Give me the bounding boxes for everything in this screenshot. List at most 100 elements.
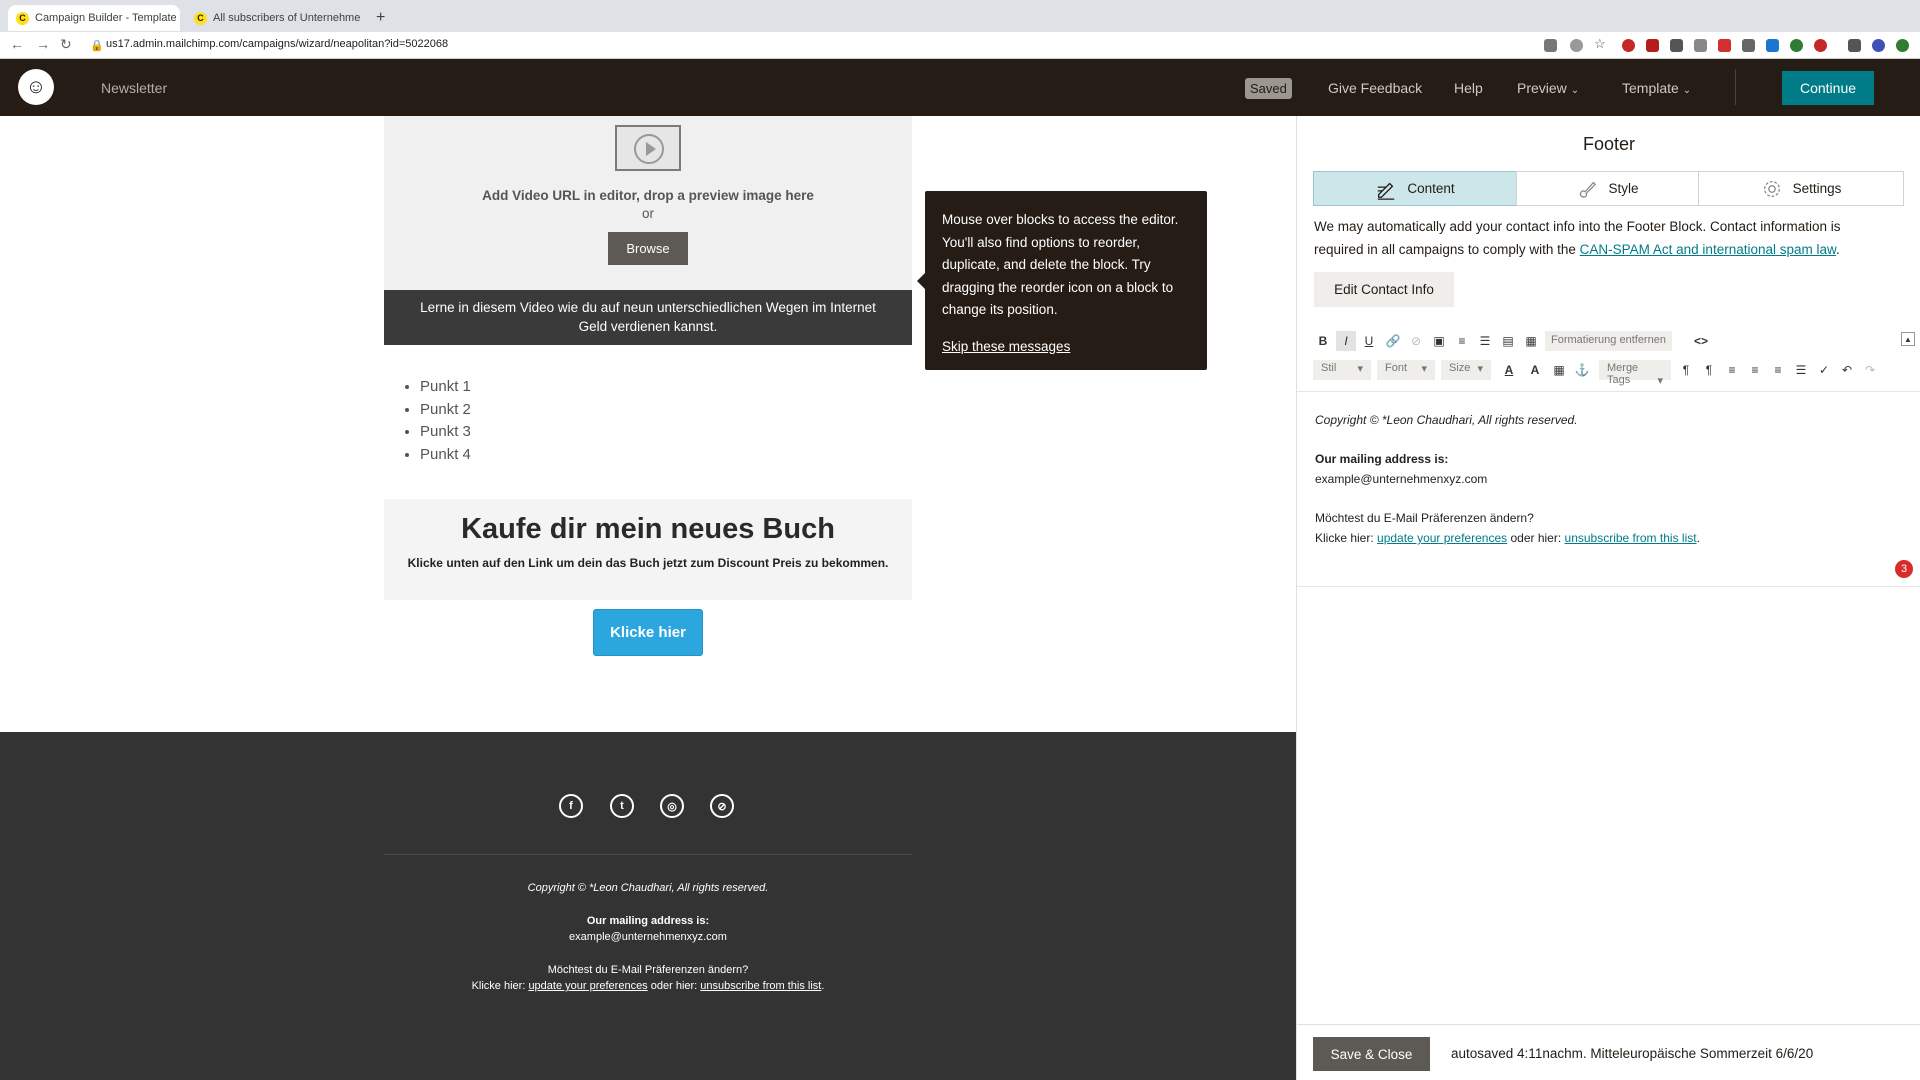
notification-badge[interactable]: 3: [1895, 560, 1913, 578]
extension-icon[interactable]: [1670, 39, 1683, 52]
list-item: Punkt 4: [420, 444, 471, 467]
template-label: Template: [1622, 80, 1679, 96]
panel-title: Footer: [1582, 134, 1636, 154]
edit-contact-info-button[interactable]: Edit Contact Info: [1314, 272, 1454, 307]
tooltip-text: Mouse over blocks to access the editor. …: [942, 212, 1179, 317]
remove-format-button[interactable]: Formatierung entfernen: [1545, 331, 1672, 351]
mailchimp-logo-icon[interactable]: ☺: [18, 69, 54, 105]
browser-tab-campaign-builder[interactable]: C Campaign Builder - Template D ✕: [8, 5, 180, 31]
forward-icon[interactable]: →: [36, 36, 50, 52]
bullet-list-icon[interactable]: ☰: [1475, 331, 1495, 351]
editor-unsubscribe-link[interactable]: unsubscribe from this list: [1565, 531, 1697, 545]
editor-period: .: [1696, 531, 1700, 545]
merge-tags-label: Merge Tags: [1607, 362, 1639, 386]
background-color-icon[interactable]: A: [1523, 360, 1547, 380]
can-spam-link[interactable]: CAN-SPAM Act and international spam law: [1580, 242, 1836, 257]
font-dropdown[interactable]: Font ▾: [1377, 360, 1435, 380]
extension-icon[interactable]: [1814, 39, 1827, 52]
paste-word-icon[interactable]: ▦: [1521, 331, 1541, 351]
continue-button[interactable]: Continue: [1782, 71, 1874, 105]
description-end: .: [1836, 241, 1840, 257]
link-icon[interactable]: 🔗: [1383, 331, 1403, 351]
video-caption: Lerne in diesem Video wie du auf neun un…: [384, 290, 912, 345]
help-link[interactable]: Help: [1454, 80, 1483, 96]
tab-style[interactable]: Style: [1516, 171, 1699, 206]
profile-avatar[interactable]: [1872, 39, 1885, 52]
rtl-icon[interactable]: ¶: [1700, 360, 1718, 380]
preview-label: Preview: [1517, 80, 1567, 96]
chevron-down-icon: ⌄: [1682, 85, 1692, 96]
reading-list-icon[interactable]: [1848, 39, 1861, 52]
extension-icon[interactable]: [1766, 39, 1779, 52]
tab-style-label: Style: [1608, 181, 1639, 196]
anchor-icon[interactable]: ⚓: [1573, 360, 1591, 380]
extension-icon[interactable]: [1896, 39, 1909, 52]
bullet-list[interactable]: Punkt 1 Punkt 2 Punkt 3 Punkt 4: [420, 376, 471, 466]
caret-down-icon: ▾: [1357, 363, 1363, 375]
source-code-button[interactable]: <>: [1689, 331, 1713, 351]
align-right-icon[interactable]: ≡: [1769, 360, 1787, 380]
tab-content[interactable]: Content: [1313, 171, 1517, 206]
save-close-button[interactable]: Save & Close: [1313, 1037, 1430, 1071]
browser-tab-subscribers[interactable]: C All subscribers of Unternehme ✕: [186, 5, 360, 31]
editor-mailing-label: Our mailing address is:: [1315, 452, 1449, 466]
give-feedback-link[interactable]: Give Feedback: [1328, 80, 1422, 96]
justify-icon[interactable]: ☰: [1792, 360, 1810, 380]
pencil-icon: [1378, 182, 1395, 200]
redo-icon[interactable]: ↷: [1861, 360, 1879, 380]
url-field[interactable]: us17.admin.mailchimp.com/campaigns/wizar…: [106, 38, 448, 50]
campaign-name[interactable]: Newsletter: [101, 80, 167, 96]
autosave-status: autosaved 4:11nachm. Mitteleuropäische S…: [1451, 1046, 1814, 1061]
table-icon[interactable]: ▦: [1550, 360, 1568, 380]
back-icon[interactable]: ←: [10, 36, 24, 52]
email-footer[interactable]: f t ◎ ⊘ Copyright © *Leon Chaudhari, All…: [0, 732, 1296, 1080]
extension-icon[interactable]: [1622, 39, 1635, 52]
extension-icon[interactable]: [1790, 39, 1803, 52]
unsubscribe-link[interactable]: unsubscribe from this list: [700, 980, 821, 992]
extension-icon[interactable]: [1742, 39, 1755, 52]
zoom-icon[interactable]: [1570, 39, 1583, 52]
cta-button[interactable]: Klicke hier: [593, 609, 703, 656]
address-bar: ← → ↻ 🔒 us17.admin.mailchimp.com/campaig…: [0, 32, 1920, 59]
reload-icon[interactable]: ↻: [60, 36, 72, 53]
update-preferences-link[interactable]: update your preferences: [528, 980, 647, 992]
bold-button[interactable]: B: [1313, 331, 1333, 351]
list-item: Punkt 1: [420, 376, 471, 399]
unlink-icon[interactable]: ⊘: [1406, 331, 1426, 351]
promo-block[interactable]: Kaufe dir mein neues Buch Klicke unten a…: [384, 499, 912, 600]
paste-text-icon[interactable]: ▤: [1498, 331, 1518, 351]
bookmark-star-icon[interactable]: ☆: [1594, 36, 1607, 51]
ordered-list-icon[interactable]: ≡: [1452, 331, 1472, 351]
preview-menu[interactable]: Preview ⌄: [1517, 80, 1579, 96]
gear-icon: [1763, 180, 1780, 197]
tab-settings[interactable]: Settings: [1698, 171, 1904, 206]
editor-email: example@unternehmenxyz.com: [1315, 472, 1488, 486]
editor-update-preferences-link[interactable]: update your preferences: [1377, 531, 1507, 545]
promo-subtitle: Klicke unten auf den Link um dein das Bu…: [407, 556, 889, 570]
extension-icon[interactable]: [1718, 39, 1731, 52]
undo-icon[interactable]: ↶: [1838, 360, 1856, 380]
template-menu[interactable]: Template ⌄: [1622, 80, 1691, 96]
collapse-toolbar-icon[interactable]: ▲: [1901, 332, 1915, 346]
extension-icon[interactable]: [1694, 39, 1707, 52]
text-color-icon[interactable]: A: [1497, 360, 1521, 380]
italic-button[interactable]: I: [1336, 331, 1356, 351]
browse-button[interactable]: Browse: [608, 232, 688, 265]
spellcheck-icon[interactable]: ✓: [1815, 360, 1833, 380]
panel-footer: Save & Close autosaved 4:11nachm. Mittel…: [1297, 1024, 1920, 1080]
new-tab-button[interactable]: +: [368, 5, 394, 31]
saved-badge: Saved: [1245, 78, 1292, 99]
translate-icon[interactable]: [1544, 39, 1557, 52]
footer-rich-text-editor[interactable]: Copyright © *Leon Chaudhari, All rights …: [1315, 410, 1875, 548]
align-center-icon[interactable]: ≡: [1746, 360, 1764, 380]
ltr-icon[interactable]: ¶: [1677, 360, 1695, 380]
skip-messages-link[interactable]: Skip these messages: [942, 336, 1190, 359]
extension-icon[interactable]: [1646, 39, 1659, 52]
size-dropdown[interactable]: Size ▾: [1441, 360, 1491, 380]
style-dropdown[interactable]: Stil ▾: [1313, 360, 1371, 380]
align-left-icon[interactable]: ≡: [1723, 360, 1741, 380]
merge-tags-dropdown[interactable]: Merge Tags ▾: [1599, 360, 1671, 387]
image-icon[interactable]: ▣: [1429, 331, 1449, 351]
underline-button[interactable]: U: [1359, 331, 1379, 351]
editor-or-text: oder hier:: [1510, 531, 1562, 545]
